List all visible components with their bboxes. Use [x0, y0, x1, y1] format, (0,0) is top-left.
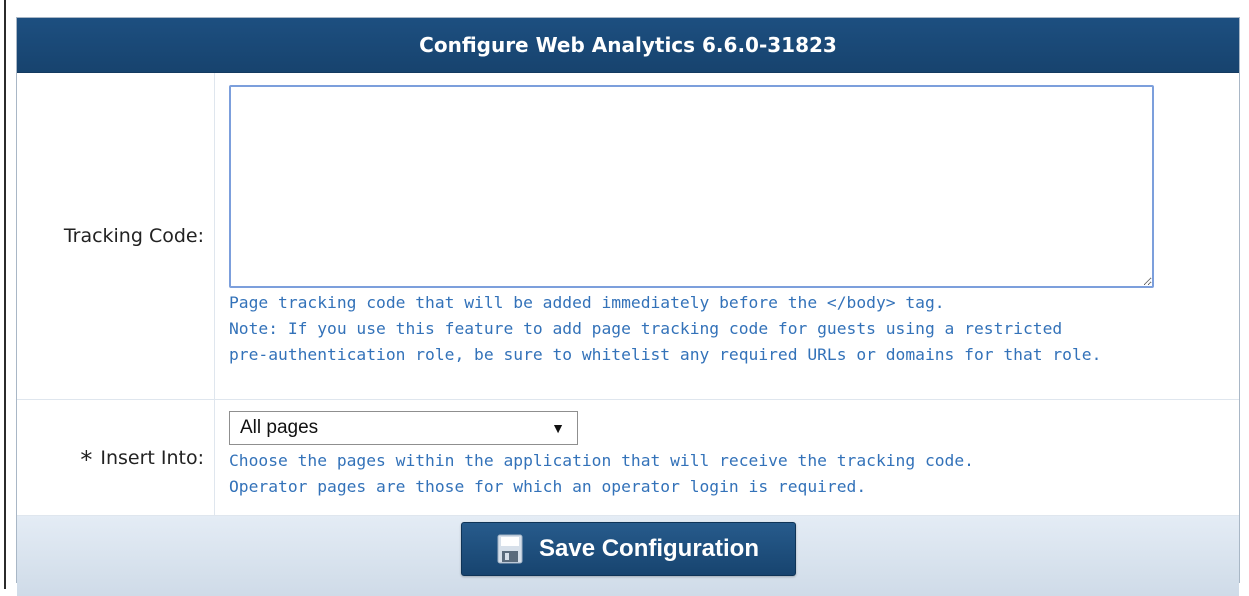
insert-into-help-line: Choose the pages within the application … [229, 451, 974, 470]
tracking-code-label: Tracking Code: [17, 73, 215, 399]
required-marker: * [80, 445, 93, 474]
insert-into-field-cell: All pages ▼ Choose the pages within the … [215, 400, 1239, 515]
page-edge-rule [4, 0, 6, 589]
tracking-code-help-line: Page tracking code that will be added im… [229, 293, 945, 312]
floppy-disk-icon [497, 534, 523, 564]
dropdown-arrow-icon: ▼ [551, 420, 565, 436]
tracking-code-textarea[interactable] [229, 85, 1154, 288]
tracking-code-row: Tracking Code: Page tracking code that w… [17, 73, 1239, 400]
tracking-code-help: Page tracking code that will be added im… [229, 290, 1239, 368]
insert-into-label: * Insert Into: [17, 400, 215, 515]
insert-into-label-text: Insert Into: [100, 446, 204, 469]
tracking-code-label-text: Tracking Code: [63, 225, 204, 247]
insert-into-selected-value: All pages [240, 417, 319, 438]
form-footer: Save Configuration [17, 516, 1239, 596]
insert-into-select[interactable]: All pages ▼ [229, 411, 578, 445]
tracking-code-help-line: Note: If you use this feature to add pag… [229, 319, 1063, 338]
insert-into-help: Choose the pages within the application … [229, 448, 1239, 500]
tracking-code-help-line: pre-authentication role, be sure to whit… [229, 345, 1102, 364]
panel-title: Configure Web Analytics 6.6.0-31823 [17, 18, 1239, 73]
save-configuration-label: Save Configuration [538, 535, 760, 562]
save-configuration-button[interactable]: Save Configuration [460, 522, 796, 576]
insert-into-help-line: Operator pages are those for which an op… [229, 477, 867, 496]
tracking-code-field-cell: Page tracking code that will be added im… [215, 73, 1239, 399]
insert-into-row: * Insert Into: All pages ▼ Choose the pa… [17, 400, 1239, 516]
web-analytics-config-panel: Configure Web Analytics 6.6.0-31823 Trac… [16, 17, 1240, 596]
